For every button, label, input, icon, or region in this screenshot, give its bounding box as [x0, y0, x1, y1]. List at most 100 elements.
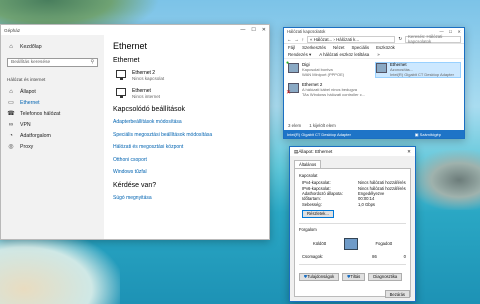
minimize-icon[interactable]: — [240, 27, 245, 33]
link-firewall[interactable]: Windows tűzfal [113, 169, 263, 175]
close-button[interactable]: Bezárás [384, 290, 410, 298]
home-icon: ⌂ [9, 43, 13, 50]
sidebar-item-label: Adatforgalom [20, 132, 51, 139]
sidebar-item-data-usage[interactable]: ◔ Adatforgalom [7, 130, 98, 141]
selected-count: 1 kijelölt elem [309, 123, 336, 128]
menu-advanced[interactable]: Speciális [351, 45, 369, 50]
kv-value: 00:00:14 [358, 196, 375, 202]
proxy-icon: ◎ [8, 144, 14, 150]
menu-tools[interactable]: Eszközök [376, 45, 395, 50]
menu-edit[interactable]: Szerkesztés [302, 45, 326, 50]
sidebar-item-home[interactable]: ⌂ Kezdőlap [7, 41, 98, 52]
bytes-sent: 86 [372, 253, 377, 259]
forward-icon[interactable]: → [294, 37, 298, 42]
close-icon[interactable]: ✕ [407, 149, 411, 155]
kv-speed: Sebesség: 1,0 Gbps [299, 202, 406, 207]
kv-value: 1,0 Gbps [358, 201, 375, 207]
sidebar-item-label: Kezdőlap [20, 43, 42, 50]
netconn-title: Hálózati kapcsolatok [287, 29, 326, 34]
received-label: Fogadott [375, 241, 392, 247]
command-bar: Rendezés ▾ A hálózati eszköz letiltása » [284, 51, 464, 59]
adapter-status: Nincs kapcsolat [132, 76, 165, 81]
search-icon: ⚲ [90, 60, 94, 65]
up-icon[interactable]: ↑ [302, 37, 304, 42]
sidebar-item-label: Telefonos hálózat [20, 110, 61, 117]
properties-button[interactable]: ⛊ Tulajdonságok [299, 272, 340, 281]
ethernet-icon: ▭ [8, 100, 14, 106]
link-help[interactable]: Súgó megnyitása [113, 195, 263, 201]
more-commands-button[interactable]: » [377, 52, 379, 57]
adapter-status: Nincs internet [132, 94, 161, 99]
disable-button[interactable]: ⛊ Tiltás [342, 272, 366, 281]
connection-device: Intel(R) Gigabit CT Desktop Adapter [390, 71, 454, 77]
sidebar-item-status[interactable]: ⌂ Állapot [7, 86, 98, 97]
link-homegroup[interactable]: Otthoni csoport [113, 157, 263, 163]
connections-list: Digi Kapcsolat bontva WAN Miniport (PPPO… [284, 59, 464, 117]
back-icon[interactable]: ← [287, 37, 291, 42]
close-icon[interactable]: ✕ [262, 27, 266, 33]
dialup-connection-icon [286, 60, 299, 73]
phone-icon: ☎ [7, 111, 15, 117]
bytes-received: 0 [403, 253, 406, 259]
connection-ethernet[interactable]: Ethernet Azonosítás... Intel(R) Gigabit … [375, 62, 461, 79]
connection-group-label: Kapcsolat [299, 173, 318, 178]
menu-bar: Fájl Szerkesztés Nézet Speciális Eszközö… [284, 44, 464, 51]
monitor-icon [116, 88, 126, 98]
monitor-icon [116, 70, 126, 80]
properties-label: Tulajdonságok [307, 274, 335, 280]
ethernet-disconnected-icon [286, 83, 299, 96]
diagnose-button[interactable]: Diagnosztika [368, 272, 403, 281]
network-activity-icon [343, 237, 358, 250]
connection-device: TAs Windows hálózati controller c... [302, 91, 366, 97]
link-advanced-sharing[interactable]: Speciális megosztási beállítások módosít… [113, 132, 263, 138]
kv-ipv6: IPv6-kapcsolat: Nincs hálózati hozzáférés [299, 185, 406, 191]
address-path[interactable]: « Hálózat... › Hálózati k... [306, 35, 396, 43]
tab-general[interactable]: Általános [294, 160, 322, 168]
kv-key: IPv6-kapcsolat: [302, 185, 331, 191]
menu-view[interactable]: Nézet [333, 45, 344, 50]
link-adapter-options[interactable]: Adapterbeállítások módosítása [113, 119, 263, 125]
section-heading: Ethernet [113, 57, 140, 64]
related-settings-heading: Kapcsolódó beállítások [113, 106, 185, 113]
details-pane: Intel(R) Gigabit CT Desktop Adapter ▣ Sz… [284, 130, 464, 138]
sidebar-item-vpn[interactable]: ∞ VPN [7, 119, 98, 130]
dialog-body: Kapcsolat IPv4-kapcsolat: Nincs hálózati … [294, 168, 411, 297]
menu-file[interactable]: Fájl [288, 45, 295, 50]
netconn-search-input[interactable]: Keresés: Hálózati kapcsolatok [405, 34, 461, 44]
connection-ethernet2[interactable]: Ethernet 2 A hálózati kábel nincs bedugv… [286, 82, 374, 97]
wallpaper-rock [410, 150, 480, 210]
disable-device-button[interactable]: A hálózati eszköz letiltása [319, 52, 369, 57]
close-icon[interactable]: ✕ [457, 29, 461, 34]
sidebar-item-dialup[interactable]: ☎ Telefonos hálózat [7, 108, 98, 119]
sidebar-item-label: VPN [20, 121, 31, 128]
kv-media: Adathordozó állapota: Engedélyezve [299, 191, 406, 196]
sent-label: Küldött [313, 241, 327, 247]
maximize-icon[interactable]: ☐ [251, 27, 255, 33]
settings-sidebar: ⌂ Kezdőlap Beállítás keresése ⚲ Hálózat … [1, 35, 104, 239]
sidebar-item-ethernet[interactable]: ▭ Ethernet [7, 97, 98, 108]
detail-computer: ▣ Számítógép [415, 132, 441, 137]
detail-computer-label: Számítógép [419, 131, 441, 137]
link-network-center[interactable]: Hálózati és megosztási központ [113, 144, 263, 150]
activity-group-label: Forgalom [299, 226, 317, 232]
sidebar-item-label: Állapot [20, 88, 36, 95]
kv-key: Időtartam: [302, 196, 321, 202]
organize-button[interactable]: Rendezés ▾ [288, 52, 311, 58]
sidebar-item-proxy[interactable]: ◎ Proxy [7, 141, 98, 152]
status-bar: 3 elem 1 kijelölt elem [284, 122, 464, 129]
refresh-icon[interactable]: ↻ [398, 36, 402, 42]
sidebar-item-label: Proxy [20, 143, 34, 150]
action-buttons: ⛊ Tulajdonságok ⛊ Tiltás Diagnosztika [299, 272, 406, 281]
disable-label: Tiltás [350, 274, 361, 280]
data-usage-icon: ◔ [9, 132, 13, 139]
connection-digi[interactable]: Digi Kapcsolat bontva WAN Miniport (PPPO… [286, 60, 374, 77]
adapter-ethernet2[interactable]: Ethernet 2 Nincs kapcsolat [116, 70, 263, 81]
settings-titlebar: Gépház — ☐ ✕ [1, 25, 269, 35]
details-button[interactable]: Részletek... [302, 209, 334, 218]
settings-window: Gépház — ☐ ✕ ⌂ Kezdőlap Beállítás keresé… [0, 24, 270, 240]
item-count: 3 elem [288, 123, 302, 128]
adapter-ethernet[interactable]: Ethernet Nincs internet [116, 88, 263, 99]
settings-search-input[interactable]: Beállítás keresése ⚲ [7, 58, 98, 67]
settings-title: Gépház [4, 27, 21, 33]
kv-ipv4: IPv4-kapcsolat: Nincs hálózati hozzáférés [299, 180, 406, 185]
